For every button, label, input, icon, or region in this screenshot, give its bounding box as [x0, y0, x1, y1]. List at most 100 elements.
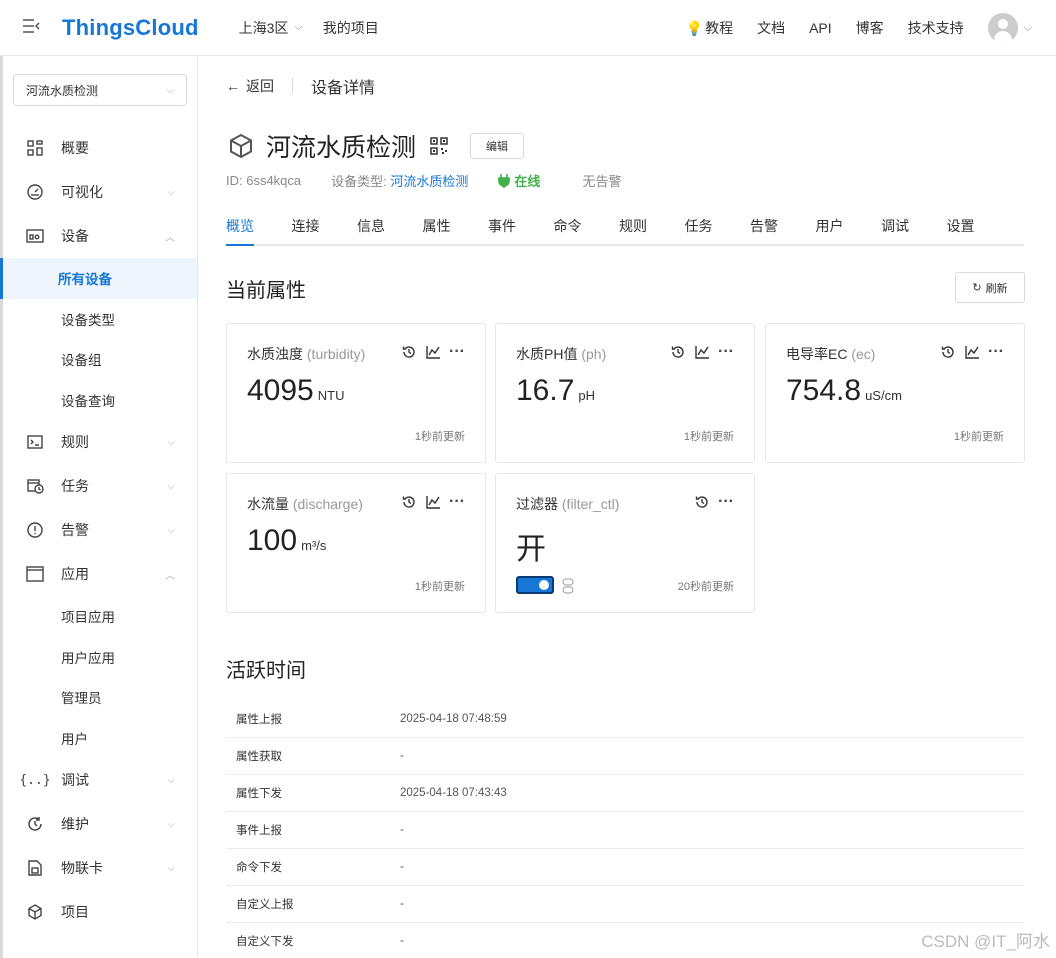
- card-actions: ···: [694, 493, 734, 510]
- tab-connection[interactable]: 连接: [292, 208, 358, 244]
- property-label: 水质PH值: [516, 346, 578, 362]
- sidebar-item-overview[interactable]: 概要: [3, 126, 197, 170]
- docs-link[interactable]: 文档: [757, 18, 785, 38]
- more-icon[interactable]: ···: [718, 493, 734, 510]
- tab-alarms[interactable]: 告警: [750, 208, 816, 244]
- sidebar-item-label: 任务: [61, 478, 89, 494]
- menu-collapse-icon[interactable]: [22, 17, 44, 38]
- sim-card-icon: [25, 858, 45, 878]
- card-actions: ···: [670, 343, 734, 360]
- device-type-link[interactable]: 河流水质检测: [390, 174, 468, 189]
- sidebar-item-label: 规则: [61, 434, 89, 450]
- chevron-down-icon: ⌵: [294, 21, 303, 33]
- chevron-down-icon: ⌵: [167, 818, 175, 830]
- update-time: 20秒前更新: [677, 581, 734, 593]
- more-icon[interactable]: ···: [718, 343, 734, 360]
- dashboard-icon: [25, 138, 45, 158]
- chevron-up-icon: ︿: [165, 570, 175, 582]
- tab-rules[interactable]: 规则: [619, 208, 685, 244]
- sidebar-item-device-query[interactable]: 设备查询: [3, 380, 197, 421]
- sidebar-item-rules[interactable]: 规则 ⌵: [3, 420, 197, 464]
- device-meta: ID: 6ss4kqca 设备类型: 河流水质检测 在线 无告警: [226, 171, 621, 190]
- tab-info[interactable]: 信息: [357, 208, 423, 244]
- history-icon[interactable]: [940, 344, 956, 360]
- more-icon[interactable]: ···: [449, 493, 465, 510]
- device-name: 河流水质检测: [266, 134, 417, 162]
- project-select[interactable]: 河流水质检测 ⌵: [13, 74, 187, 106]
- my-project-link[interactable]: 我的项目: [323, 18, 379, 38]
- property-name: 水质浊度 (turbidity): [247, 344, 365, 364]
- line-chart-icon[interactable]: [425, 494, 441, 510]
- edit-button[interactable]: 编辑: [470, 133, 525, 159]
- sidebar-item-label: 调试: [61, 772, 89, 788]
- property-key: (ec): [851, 346, 876, 362]
- tab-events[interactable]: 事件: [488, 208, 554, 244]
- line-chart-icon[interactable]: [964, 344, 980, 360]
- filter-switch[interactable]: [516, 576, 554, 594]
- chevron-down-icon: ⌵: [167, 480, 175, 492]
- tab-settings[interactable]: 设置: [947, 208, 1013, 244]
- tab-tasks[interactable]: 任务: [685, 208, 751, 244]
- row-value: -: [400, 750, 404, 762]
- sidebar-item-tasks[interactable]: 任务 ⌵: [3, 464, 197, 508]
- sidebar-item-devices[interactable]: 设备 ︿: [3, 214, 197, 258]
- property-name: 水流量 (discharge): [247, 494, 363, 514]
- tab-attributes[interactable]: 属性: [423, 208, 489, 244]
- property-key: (filter_ctl): [561, 496, 620, 512]
- blog-link[interactable]: 博客: [856, 18, 884, 38]
- row-value: -: [400, 861, 404, 873]
- row-label: 属性下发: [236, 788, 282, 800]
- line-chart-icon[interactable]: [694, 344, 710, 360]
- tab-commands[interactable]: 命令: [554, 208, 620, 244]
- sidebar-item-project-apps[interactable]: 项目应用: [3, 596, 197, 637]
- line-chart-icon[interactable]: [425, 344, 441, 360]
- qr-code-icon[interactable]: [430, 137, 448, 155]
- row-value: 2025-04-18 07:48:59: [400, 713, 507, 725]
- history-icon[interactable]: [401, 344, 417, 360]
- sidebar-item-device-groups[interactable]: 设备组: [3, 339, 197, 380]
- property-card-ec: 电导率EC (ec) ··· 754.8 uS/cm 1秒前更新: [765, 323, 1025, 463]
- sidebar-item-device-types[interactable]: 设备类型: [3, 299, 197, 340]
- tutorial-link[interactable]: 💡 教程: [686, 18, 733, 38]
- value-number: 开: [516, 533, 546, 566]
- history-icon[interactable]: [401, 494, 417, 510]
- app-logo[interactable]: ThingsCloud: [62, 15, 199, 41]
- region-select[interactable]: 上海3区 ⌵: [239, 18, 303, 38]
- sidebar-item-apps[interactable]: 应用 ︿: [3, 552, 197, 596]
- sidebar-item-visualization[interactable]: 可视化 ⌵: [3, 170, 197, 214]
- refresh-label: 刷新: [985, 282, 1008, 295]
- tab-users[interactable]: 用户: [816, 208, 882, 244]
- table-row: 属性上报 2025-04-18 07:48:59: [226, 701, 1024, 738]
- history-icon[interactable]: [670, 344, 686, 360]
- sidebar-item-alarms[interactable]: 告警 ⌵: [3, 508, 197, 552]
- refresh-button[interactable]: ↻ 刷新: [955, 272, 1025, 303]
- sidebar-item-users[interactable]: 用户: [3, 718, 197, 759]
- refresh-icon: ↻: [972, 282, 982, 294]
- value-unit: uS/cm: [865, 388, 902, 403]
- sidebar-item-user-apps[interactable]: 用户应用: [3, 637, 197, 678]
- row-label: 自定义上报: [236, 899, 294, 911]
- chevron-down-icon: ⌵: [167, 774, 175, 786]
- sidebar-item-all-devices[interactable]: 所有设备: [0, 258, 197, 299]
- tab-debug[interactable]: 调试: [881, 208, 947, 244]
- value-number: 16.7: [516, 374, 575, 407]
- support-link[interactable]: 技术支持: [908, 18, 964, 38]
- history-icon[interactable]: [694, 494, 710, 510]
- device-type-label: 设备类型:: [331, 174, 387, 189]
- section-title-activity: 活跃时间: [226, 660, 306, 682]
- user-menu[interactable]: ⌵: [987, 13, 1032, 43]
- cube-icon: [230, 133, 252, 159]
- chevron-down-icon: ⌵: [166, 84, 174, 96]
- sidebar-item-maintenance[interactable]: 维护 ⌵: [3, 802, 197, 846]
- api-link[interactable]: API: [809, 20, 832, 36]
- table-row: 自定义下发 -: [226, 923, 1024, 958]
- back-button[interactable]: ← 返回: [226, 76, 274, 96]
- sidebar-item-debug[interactable]: {..} 调试 ⌵: [3, 758, 197, 802]
- sidebar-item-project[interactable]: 项目: [3, 890, 197, 934]
- sidebar-item-admins[interactable]: 管理员: [3, 677, 197, 718]
- more-icon[interactable]: ···: [988, 343, 1004, 360]
- sidebar-item-sim-cards[interactable]: 物联卡 ⌵: [3, 846, 197, 890]
- more-icon[interactable]: ···: [449, 343, 465, 360]
- gauge-icon: [25, 182, 45, 202]
- tab-overview[interactable]: 概览: [226, 208, 292, 246]
